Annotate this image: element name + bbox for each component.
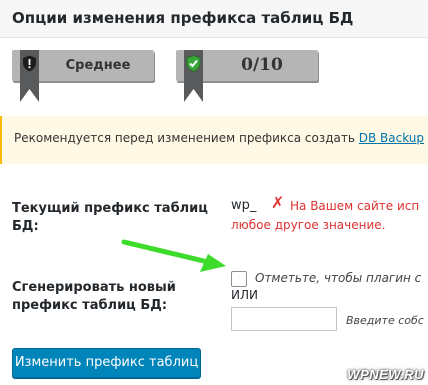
label-line: префикс таблиц БД:	[12, 298, 168, 313]
backup-notice: Рекомендуется перед изменением префикса …	[0, 116, 428, 164]
prefix-warning-text-2: любое другое значение.	[231, 218, 386, 232]
or-separator: ИЛИ	[231, 288, 258, 302]
page-header: Опции изменения префикса таблиц БД	[0, 0, 428, 38]
db-backup-link[interactable]: DB Backup	[359, 131, 424, 145]
green-arrow-icon	[121, 239, 226, 272]
generate-prefix-label: Сгенерировать новый префикс таблиц БД:	[12, 279, 176, 315]
generate-prefix-checkbox[interactable]	[231, 271, 247, 287]
shield-check-icon	[186, 55, 201, 72]
error-x-icon: ✗	[271, 193, 285, 212]
security-level-badge: Среднее	[12, 50, 154, 102]
watermark-logo: WPNEW.RU	[347, 367, 424, 382]
page-title: Опции изменения префикса таблиц БД	[12, 9, 354, 27]
current-prefix-value: wp_	[231, 198, 257, 213]
settings-panel: Среднее 0/10 Рекомендуется перед изменен…	[0, 38, 428, 385]
current-prefix-label: Текущий префикс таблиц БД:	[12, 200, 208, 236]
notice-message: Рекомендуется перед изменением префикса …	[14, 131, 359, 145]
custom-prefix-input[interactable]	[231, 307, 337, 331]
input-description: Введите собс	[346, 314, 424, 327]
security-score-badge: 0/10	[176, 50, 318, 102]
prefix-warning-text: На Вашем сайте исп	[290, 199, 420, 213]
shield-warning-icon	[23, 55, 36, 72]
label-line: Текущий префикс таблиц	[12, 201, 208, 216]
notice-text: Рекомендуется перед изменением префикса …	[14, 131, 424, 145]
checkbox-description: Отметьте, чтобы плагин с	[255, 271, 422, 285]
change-prefix-button[interactable]: Изменить префикс таблиц	[12, 348, 201, 378]
security-level-label: Среднее	[65, 58, 131, 73]
security-score-label: 0/10	[241, 55, 283, 75]
label-line: Сгенерировать новый	[12, 280, 176, 295]
